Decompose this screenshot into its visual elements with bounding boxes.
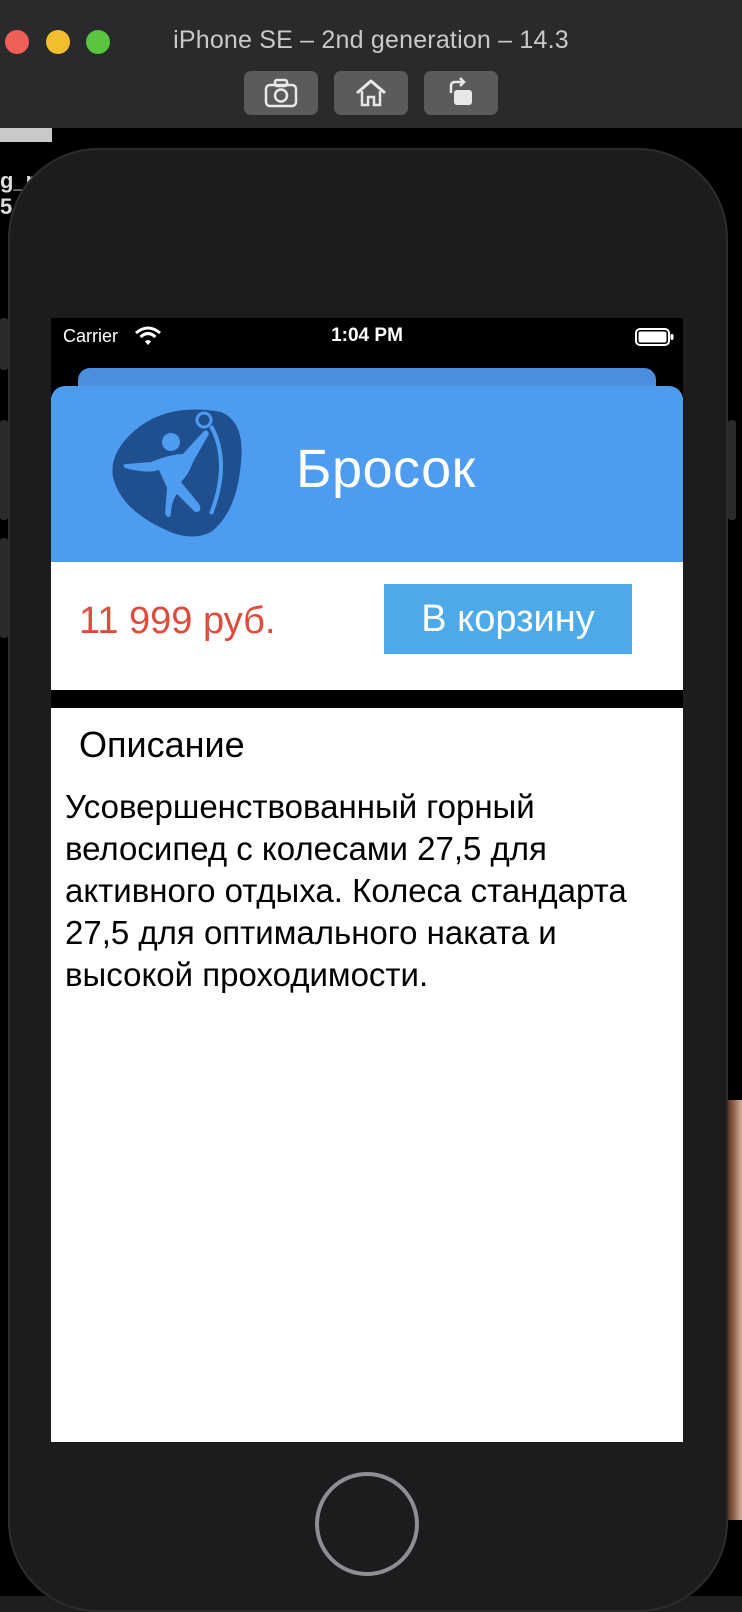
price-row: 11 999 руб. В корзину	[51, 562, 683, 690]
device-home-button[interactable]	[315, 1472, 419, 1576]
mute-switch	[0, 318, 8, 370]
camera-icon	[264, 78, 298, 108]
add-to-cart-button[interactable]: В корзину	[384, 584, 632, 654]
window-title: iPhone SE – 2nd generation – 14.3	[173, 26, 569, 54]
rotate-button[interactable]	[424, 71, 498, 115]
simulator-titlebar: iPhone SE – 2nd generation – 14.3	[0, 0, 742, 128]
product-price: 11 999 руб.	[79, 600, 276, 642]
device-screen: Carrier 1:04 PM Бросок 11 999 руб. В кор…	[51, 318, 683, 1442]
section-divider	[51, 690, 683, 708]
status-bar: Carrier 1:04 PM	[51, 318, 683, 358]
handball-logo-icon	[112, 409, 242, 537]
home-button-toolbar[interactable]	[334, 71, 408, 115]
description-section: Описание Усовершенствованный горный вело…	[51, 708, 683, 1442]
power-button	[728, 420, 736, 520]
volume-down-button	[0, 538, 8, 638]
desktop-background-item	[0, 128, 52, 142]
screenshot-button[interactable]	[244, 71, 318, 115]
home-icon	[356, 79, 386, 107]
description-heading: Описание	[79, 724, 245, 765]
product-header: Бросок	[51, 386, 683, 562]
product-title: Бросок	[296, 439, 476, 499]
status-time: 1:04 PM	[331, 325, 403, 346]
volume-up-button	[0, 420, 8, 520]
description-text: Усовершенствованный горный велосипед с к…	[65, 788, 627, 993]
battery-icon	[635, 328, 674, 346]
rotate-icon	[449, 77, 472, 105]
